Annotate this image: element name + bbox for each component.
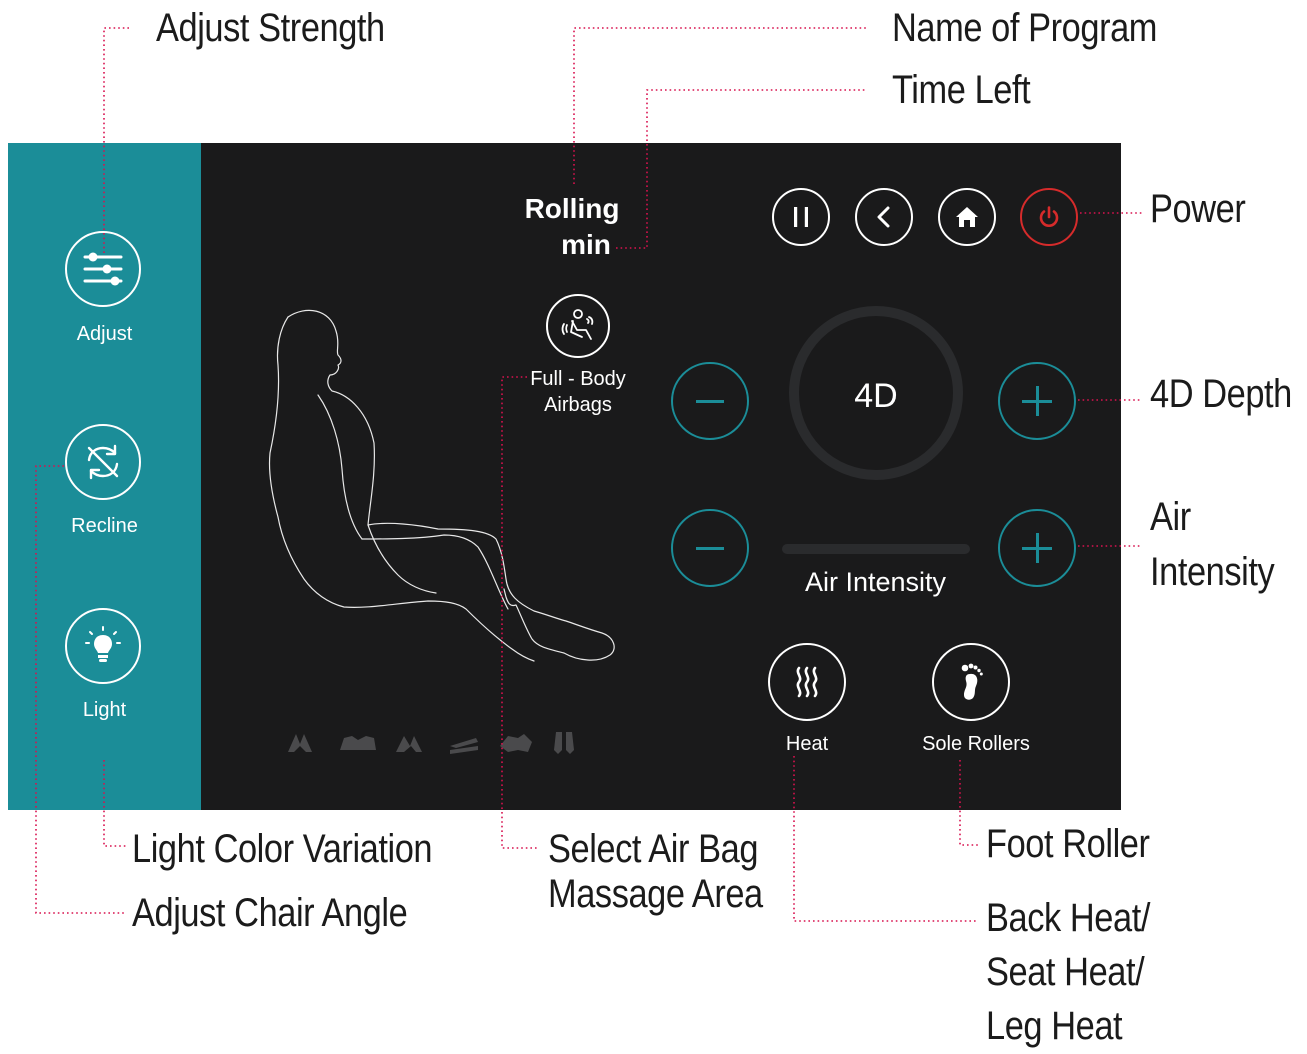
sole-rollers-button[interactable] xyxy=(932,643,1010,721)
4d-depth-plus-button[interactable] xyxy=(998,362,1076,440)
callout-4d-depth: 4D Depth xyxy=(1150,372,1292,416)
body-position-figure xyxy=(268,309,615,662)
callout-heat-line-2: Seat Heat/ xyxy=(986,950,1145,994)
4d-depth-minus-button[interactable] xyxy=(671,362,749,440)
callout-foot-roller: Foot Roller xyxy=(986,822,1150,866)
callout-air-line-2: Intensity xyxy=(1150,550,1275,594)
time-left: min xyxy=(561,229,611,260)
sole-rollers-label: Sole Rollers xyxy=(922,733,1030,755)
arms-icon xyxy=(288,734,312,752)
plus-icon xyxy=(1022,386,1052,416)
light-button[interactable] xyxy=(65,608,141,684)
callout-name-of-program: Name of Program xyxy=(892,6,1158,50)
program-name: Rolling xyxy=(524,193,620,224)
control-panel: Adjust Recline Light Rolling min Full - … xyxy=(8,143,1121,810)
shoulders-icon xyxy=(340,736,376,750)
sidebar-item-recline-label: Recline xyxy=(71,515,138,537)
foot-icon xyxy=(961,663,983,700)
back-button[interactable] xyxy=(855,188,913,246)
callout-heat-line-3: Leg Heat xyxy=(986,1004,1123,1048)
pause-icon xyxy=(794,207,808,227)
callout-adjust-strength: Adjust Strength xyxy=(156,6,385,50)
callout-air-bag-line-2: Massage Area xyxy=(548,872,763,916)
callout-power: Power xyxy=(1150,187,1246,231)
lightbulb-icon xyxy=(85,626,121,662)
legs-icon xyxy=(500,734,532,752)
heat-waves-icon xyxy=(796,666,818,698)
sidebar: Adjust Recline Light xyxy=(8,143,201,810)
minus-icon xyxy=(696,546,724,550)
massage-area-icons xyxy=(288,732,574,754)
air-intensity-label: Air Intensity xyxy=(804,567,947,597)
4d-depth-label: 4D xyxy=(854,377,898,415)
callout-air-line-1: Air xyxy=(1150,495,1191,539)
adjust-button[interactable] xyxy=(65,231,141,307)
back-icon xyxy=(396,736,422,752)
air-intensity-bar xyxy=(782,544,970,554)
sidebar-item-adjust-label: Adjust xyxy=(76,323,133,345)
seat-icon xyxy=(450,738,478,754)
back-chevron-icon xyxy=(877,206,890,228)
callout-chair-angle: Adjust Chair Angle xyxy=(132,891,408,935)
pause-button[interactable] xyxy=(772,188,830,246)
minus-icon xyxy=(696,399,724,403)
heat-button[interactable] xyxy=(768,643,846,721)
recline-arrows-icon xyxy=(87,444,119,480)
plus-icon xyxy=(1022,533,1052,563)
sidebar-item-light-label: Light xyxy=(82,699,127,721)
home-icon xyxy=(956,207,978,227)
callout-heat-line-1: Back Heat/ xyxy=(986,896,1150,940)
feet-icon xyxy=(554,732,574,754)
sliders-icon xyxy=(83,252,123,286)
callout-time-left: Time Left xyxy=(892,68,1031,112)
recline-button[interactable] xyxy=(65,424,141,500)
air-intensity-plus-button[interactable] xyxy=(998,509,1076,587)
power-icon xyxy=(1039,206,1059,227)
home-button[interactable] xyxy=(938,188,996,246)
callout-light-color: Light Color Variation xyxy=(132,827,433,871)
heat-label: Heat xyxy=(785,733,829,755)
air-intensity-minus-button[interactable] xyxy=(671,509,749,587)
power-button[interactable] xyxy=(1020,188,1078,246)
